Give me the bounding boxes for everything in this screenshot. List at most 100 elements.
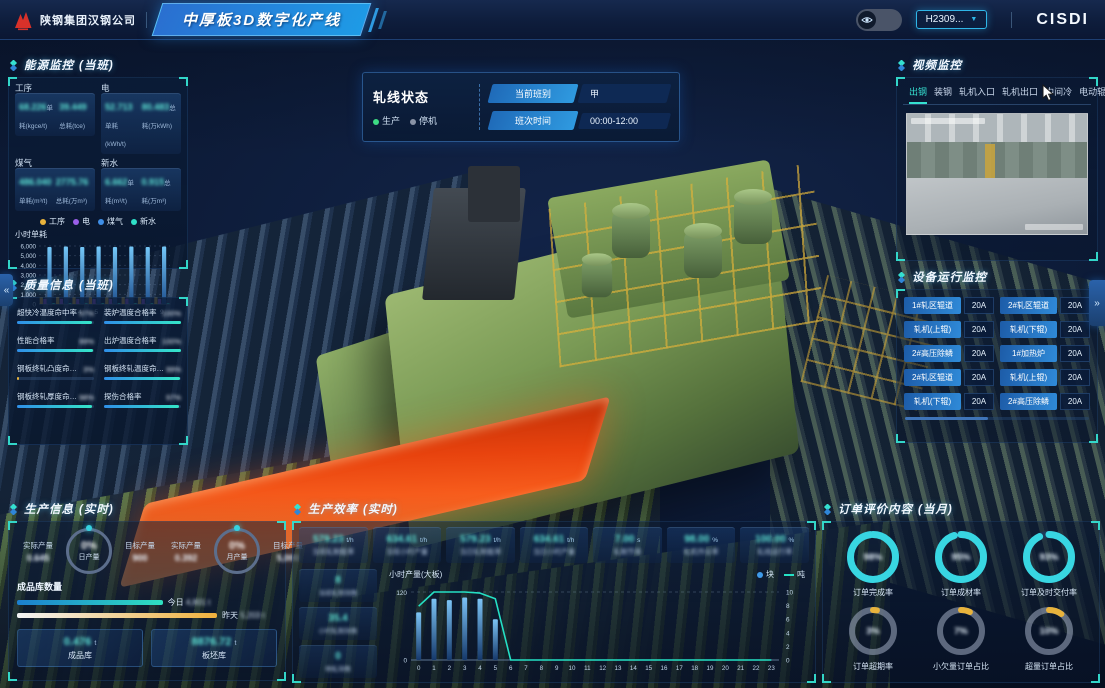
efficiency-mini-card: 0待轧块数 [299,645,377,678]
panel-title-suffix: (实时) [79,501,114,517]
visibility-toggle[interactable] [856,9,902,31]
energy-value: 6.662 [105,177,128,187]
svg-text:8: 8 [540,665,544,672]
panel-quality-info: 质量信息 (当班) 超快冷温度命中率97% 装炉温度合格率100% 性能合格率9… [8,276,188,445]
device-current-value: 20A [1060,369,1090,386]
page-title-plate: 中厚板3D数字化产线 [152,3,372,36]
diamond-icon [8,60,19,71]
svg-text:21: 21 [737,665,744,672]
quality-item: 超快冷温度命中率97% [17,307,94,324]
shift-time-row: 班次时间 00:00-12:00 [490,111,669,130]
device-current-value: 20A [964,369,994,386]
order-donut-gauge: 7% [934,604,988,658]
device-cell: 轧机(下辊) 20A [1000,321,1090,338]
device-cell: 轧机(下辊) 20A [904,393,994,410]
device-cell: 1#加热炉 20A [1000,345,1090,362]
efficiency-card: 579.23 t/h 当班轧制能率 [299,527,368,563]
svg-text:23: 23 [768,665,775,672]
daily-target-output: 900 [117,553,163,563]
video-camera-label [1025,224,1083,230]
device-row: 2#高压除鳞 20A 1#加热炉 20A [904,345,1090,362]
panel-production-efficiency: 生产效率 (实时) 579.23 t/h 当班轧制能率 634.61 t/h 当… [292,500,816,683]
energy-value: 80.483 [142,102,170,112]
svg-text:11: 11 [584,665,591,672]
order-donut-item: 10% 超量订单占比 [1009,604,1089,672]
scrollbar-thumb[interactable] [905,417,988,420]
svg-text:22: 22 [753,665,760,672]
panel-title-suffix: (实时) [363,501,398,517]
svg-text:4,000: 4,000 [21,263,37,270]
energy-card-water: 新水 6.662单耗(m³/t) 0.915总耗(万m³) [101,157,181,211]
svg-text:16: 16 [661,665,668,672]
video-feed[interactable] [906,113,1088,235]
device-name-badge[interactable]: 1#加热炉 [1000,345,1057,362]
daily-actual-output: 0.645 [15,553,61,563]
efficiency-card: 7.00 s 轧制节奏 [593,527,662,563]
diamond-icon [822,504,833,515]
title-decoration [378,11,387,29]
diamond-icon [292,504,303,515]
panel-title: 质量信息 [24,277,74,293]
panel-title: 设备运行监控 [912,269,987,285]
page-title: 中厚板3D数字化产线 [182,9,341,30]
energy-card-gas: 煤气 486.040单耗(m³/t) 2775.76总耗(万m³) [15,157,95,211]
energy-card-process: 工序 68.226单耗(kgce/t) 39.449总耗(tce) [15,82,95,154]
svg-text:19: 19 [707,665,714,672]
monthly-output-gauge: 0% 月产量 [214,528,260,574]
video-tab-装钢[interactable]: 装钢 [934,85,952,104]
energy-value: 39.449 [59,102,87,112]
panel-title: 生产效率 [308,501,358,517]
heat-number-dropdown[interactable]: H2309... ▼ [916,10,988,29]
energy-value: 486.040 [19,177,52,187]
daily-output-gauge-group: 实际产量 0.645 0% 日产量 目标产量 900 [15,528,163,574]
svg-text:8: 8 [786,603,790,610]
order-donut-item: 93% 订单及时交付率 [1009,530,1089,598]
panel-device-monitor: 设备运行监控 1#轧区辊道 20A 2#轧区辊道 20A 轧机(上辊) 20A … [896,268,1098,443]
order-donut-gauge: 95% [934,530,988,584]
company-name: 陕钢集团汉钢公司 [40,12,136,28]
device-list-scrollbar[interactable] [905,417,1089,420]
device-name-badge[interactable]: 轧机(下辊) [1000,321,1057,338]
efficiency-card: 634.61 t/h 当日小时产量 [520,527,589,563]
header-divider [146,12,147,28]
device-name-badge[interactable]: 2#轧区辊道 [904,369,961,386]
collapse-right-tab[interactable]: » [1089,280,1105,326]
panel-video-monitor: 视频监控 出钢 装钢 轧机入口 轧机出口 中间冷 电动辊 [896,56,1098,261]
hourly-output-chart: 1200024681001234567891011121314151617181… [385,580,809,685]
monthly-actual-output: 0.392 [163,553,209,563]
video-machinery [907,142,1087,180]
panel-title: 视频监控 [912,57,962,73]
svg-text:14: 14 [630,665,637,672]
svg-text:6,000: 6,000 [21,244,37,251]
device-name-badge[interactable]: 2#轧区辊道 [1000,297,1057,314]
video-tab-出钢[interactable]: 出钢 [909,85,927,104]
video-tab-轧机出口[interactable]: 轧机出口 [1002,85,1038,104]
svg-text:13: 13 [615,665,622,672]
device-row: 轧机(上辊) 20A 轧机(下辊) 20A [904,321,1090,338]
svg-text:18: 18 [691,665,698,672]
device-name-badge[interactable]: 轧机(上辊) [904,321,961,338]
hourly-output-chart-title: 小时产量(大板) [389,569,442,580]
device-name-badge[interactable]: 2#高压除鳞 [1000,393,1057,410]
device-name-badge[interactable]: 1#轧区辊道 [904,297,961,314]
mill-status-legend: 生产 停机 [373,114,469,127]
header-divider [1011,12,1012,28]
energy-chart-legend: 工序 电 煤气 新水 [9,213,187,227]
video-tab-电动辊[interactable]: 电动辊 [1079,85,1105,104]
order-donut-label: 订单及时交付率 [1021,587,1077,598]
panel-production-info: 生产信息 (实时) 实际产量 0.645 0% 日产量 目标产量 900 实际产… [8,500,286,681]
energy-value: 0.915 [142,177,165,187]
order-donut-label: 超量订单占比 [1025,661,1073,672]
panel-title: 订单评价内容 [838,501,913,517]
finished-stock-card: 0.476 t 成品库 [17,629,143,667]
svg-text:5,000: 5,000 [21,253,37,260]
device-name-badge[interactable]: 轧机(上辊) [1000,369,1057,386]
svg-text:0: 0 [403,658,407,665]
warehouse-section-title: 成品库数量 [9,576,285,593]
device-name-badge[interactable]: 轧机(下辊) [904,393,961,410]
energy-value: 52.713 [105,102,133,112]
device-name-badge[interactable]: 2#高压除鳞 [904,345,961,362]
video-tab-轧机入口[interactable]: 轧机入口 [959,85,995,104]
collapse-left-tab[interactable]: « [0,274,13,306]
svg-text:7: 7 [524,665,528,672]
